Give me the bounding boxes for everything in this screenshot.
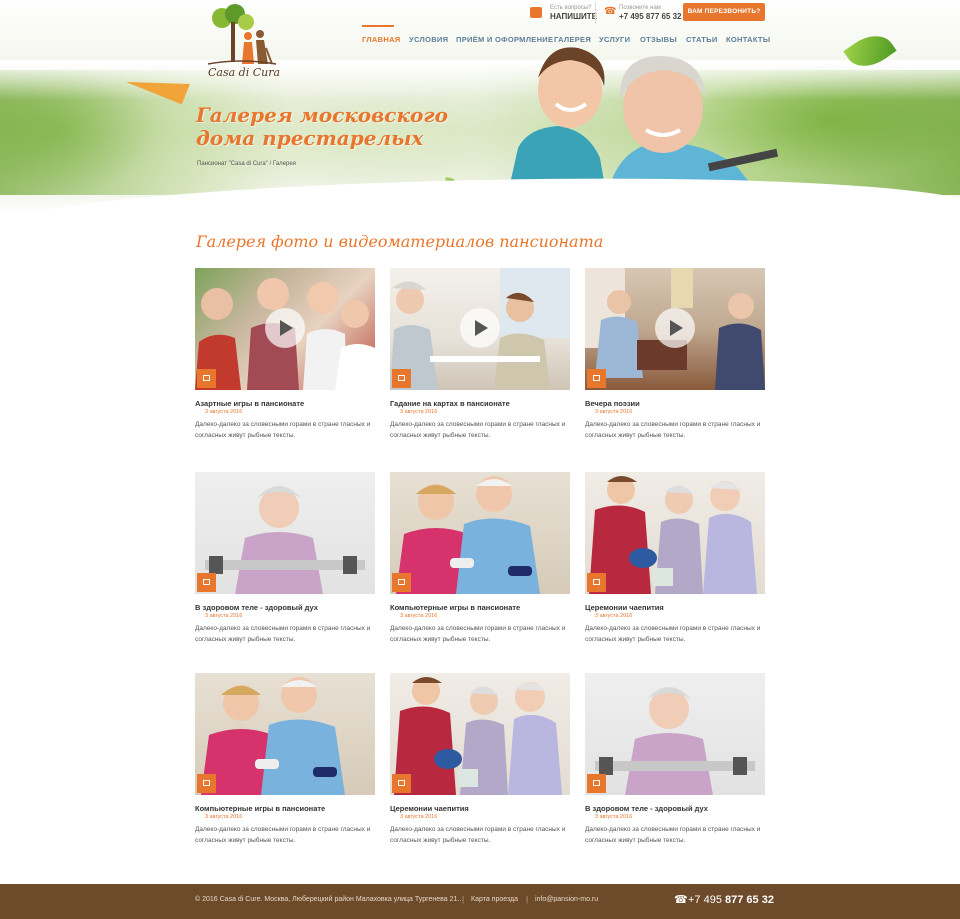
gallery-card-description: Далеко-далеко за словесными горами в стр… (390, 625, 566, 643)
gallery-card-title[interactable]: Церемонии чаепития (585, 603, 765, 612)
gallery-card-date: 3 августа 2016 (400, 814, 438, 820)
gallery-card-date: 3 августа 2016 (205, 409, 243, 415)
photo-badge-icon (197, 774, 216, 793)
gallery-thumbnail[interactable] (585, 268, 765, 390)
phone-icon: ☎ (604, 6, 617, 17)
footer-phone[interactable]: +7 495 877 65 32 (688, 894, 774, 906)
gallery-card[interactable]: Церемонии чаепития 3 августа 2016 Далеко… (390, 673, 570, 863)
nav-item-conditions[interactable]: УСЛОВИЯ (409, 35, 448, 44)
photo-badge-icon (587, 774, 606, 793)
gallery-card-date: 3 августа 2016 (400, 409, 438, 415)
gallery-card[interactable]: Вечера поэзии 3 августа 2016 Далеко-дале… (585, 268, 765, 458)
footer: © 2016 Casa di Cure. Москва, Люберецкий … (0, 884, 960, 919)
gallery-card-description: Далеко-далеко за словесными горами в стр… (195, 826, 371, 844)
gallery-thumbnail[interactable] (195, 472, 375, 594)
gallery-card-date: 3 августа 2016 (205, 814, 243, 820)
gallery-card[interactable]: Церемонии чаепития 3 августа 2016 Далеко… (585, 472, 765, 662)
gallery-card-title[interactable]: Церемонии чаепития (390, 804, 570, 813)
gallery-card-description: Далеко-далеко за словесными горами в стр… (390, 826, 566, 844)
gallery-card-title[interactable]: Гадание на картах в пансионате (390, 399, 570, 408)
hero-banner: Casa di Cura Есть вопросы? НАПИШИТЕ ☎ По… (0, 0, 960, 215)
footer-separator: | (462, 895, 465, 904)
play-icon[interactable] (265, 308, 305, 348)
gallery-card[interactable]: Компьютерные игры в пансионате 3 августа… (195, 673, 375, 863)
nav-item-articles[interactable]: СТАТЬИ (686, 35, 718, 44)
breadcrumb: Пансионат "Casa di Cura" / Галерея (197, 161, 296, 167)
gallery-card-description: Далеко-далеко за словесными горами в стр… (195, 625, 371, 643)
gallery-card-title[interactable]: Азартные игры в пансионате (195, 399, 375, 408)
gallery-card[interactable]: В здоровом теле - здоровый дух 3 августа… (195, 472, 375, 662)
gallery-card-date: 3 августа 2016 (205, 613, 243, 619)
gallery-thumbnail[interactable] (195, 268, 375, 390)
phone-icon: ☎ (674, 894, 688, 906)
breadcrumb-current: Галерея (272, 161, 296, 167)
nav-active-indicator (362, 25, 394, 27)
callback-button[interactable]: ВАМ ПЕРЕЗВОНИТЬ? (683, 3, 765, 21)
breadcrumb-link-home[interactable]: Пансионат "Casa di Cura" (197, 161, 268, 167)
contact-write-caption: Есть вопросы? (550, 5, 592, 11)
gallery-card-date: 3 августа 2016 (595, 814, 633, 820)
gallery-card[interactable]: Компьютерные игры в пансионате 3 августа… (390, 472, 570, 662)
hero-photo (508, 38, 778, 193)
footer-map-link[interactable]: Карта проезда (471, 896, 518, 903)
gallery-card-date: 3 августа 2016 (595, 409, 633, 415)
gallery-card-description: Далеко-далеко за словесными горами в стр… (585, 625, 761, 643)
video-badge-icon (587, 369, 606, 388)
play-icon[interactable] (460, 308, 500, 348)
contact-divider (595, 2, 596, 24)
contact-write-label[interactable]: НАПИШИТЕ (550, 12, 597, 21)
photo-badge-icon (392, 774, 411, 793)
photo-badge-icon (392, 573, 411, 592)
video-badge-icon (197, 369, 216, 388)
nav-item-admission[interactable]: ПРИЁМ И ОФОРМЛЕНИЕ (456, 35, 553, 44)
contact-call-phone[interactable]: +7 495 877 65 32 (619, 12, 682, 21)
nav-item-services[interactable]: УСЛУГИ (599, 35, 630, 44)
gallery-card-date: 3 августа 2016 (400, 613, 438, 619)
footer-phone-prefix: +7 495 (688, 894, 722, 906)
chat-icon (530, 7, 542, 18)
gallery-thumbnail[interactable] (585, 472, 765, 594)
nav-item-home[interactable]: ГЛАВНАЯ (362, 35, 400, 44)
nav-item-contacts[interactable]: КОНТАКТЫ (726, 35, 770, 44)
nav-item-gallery[interactable]: ГАЛЕРЕЯ (554, 35, 591, 44)
photo-badge-icon (197, 573, 216, 592)
photo-badge-icon (587, 573, 606, 592)
video-badge-icon (392, 369, 411, 388)
gallery-thumbnail[interactable] (390, 673, 570, 795)
gallery-title: Галерея фото и видеоматериалов пансионат… (196, 232, 604, 251)
gallery-card-description: Далеко-далеко за словесными горами в стр… (585, 826, 761, 844)
gallery-card[interactable]: Гадание на картах в пансионате 3 августа… (390, 268, 570, 458)
gallery-card-description: Далеко-далеко за словесными горами в стр… (195, 421, 371, 439)
gallery-card[interactable]: В здоровом теле - здоровый дух 3 августа… (585, 673, 765, 863)
footer-phone-number: 877 65 32 (725, 894, 774, 906)
footer-separator: | (526, 895, 529, 904)
contact-call-caption: Позвоните нам (619, 5, 661, 11)
logo-text: Casa di Cura (208, 66, 281, 79)
gallery-thumbnail[interactable] (585, 673, 765, 795)
gallery-card-title[interactable]: В здоровом теле - здоровый дух (195, 603, 375, 612)
gallery-card-date: 3 августа 2016 (595, 613, 633, 619)
play-icon[interactable] (655, 308, 695, 348)
gallery-card-title[interactable]: Вечера поэзии (585, 399, 765, 408)
gallery-card-title[interactable]: Компьютерные игры в пансионате (195, 804, 375, 813)
gallery-card-description: Далеко-далеко за словесными горами в стр… (390, 421, 566, 439)
nav-item-reviews[interactable]: ОТЗЫВЫ (640, 35, 677, 44)
footer-email-link[interactable]: info@pansion-mo.ru (535, 896, 598, 903)
gallery-thumbnail[interactable] (390, 268, 570, 390)
gallery-card-title[interactable]: Компьютерные игры в пансионате (390, 603, 570, 612)
gallery-thumbnail[interactable] (195, 673, 375, 795)
gallery-card-description: Далеко-далеко за словесными горами в стр… (585, 421, 761, 439)
page-title: Галерея московского дома престарелых (196, 103, 448, 150)
gallery-card-title[interactable]: В здоровом теле - здоровый дух (585, 804, 765, 813)
gallery-thumbnail[interactable] (390, 472, 570, 594)
gallery-card[interactable]: Азартные игры в пансионате 3 августа 201… (195, 268, 375, 458)
footer-copyright: © 2016 Casa di Cure. Москва, Люберецкий … (195, 896, 462, 903)
